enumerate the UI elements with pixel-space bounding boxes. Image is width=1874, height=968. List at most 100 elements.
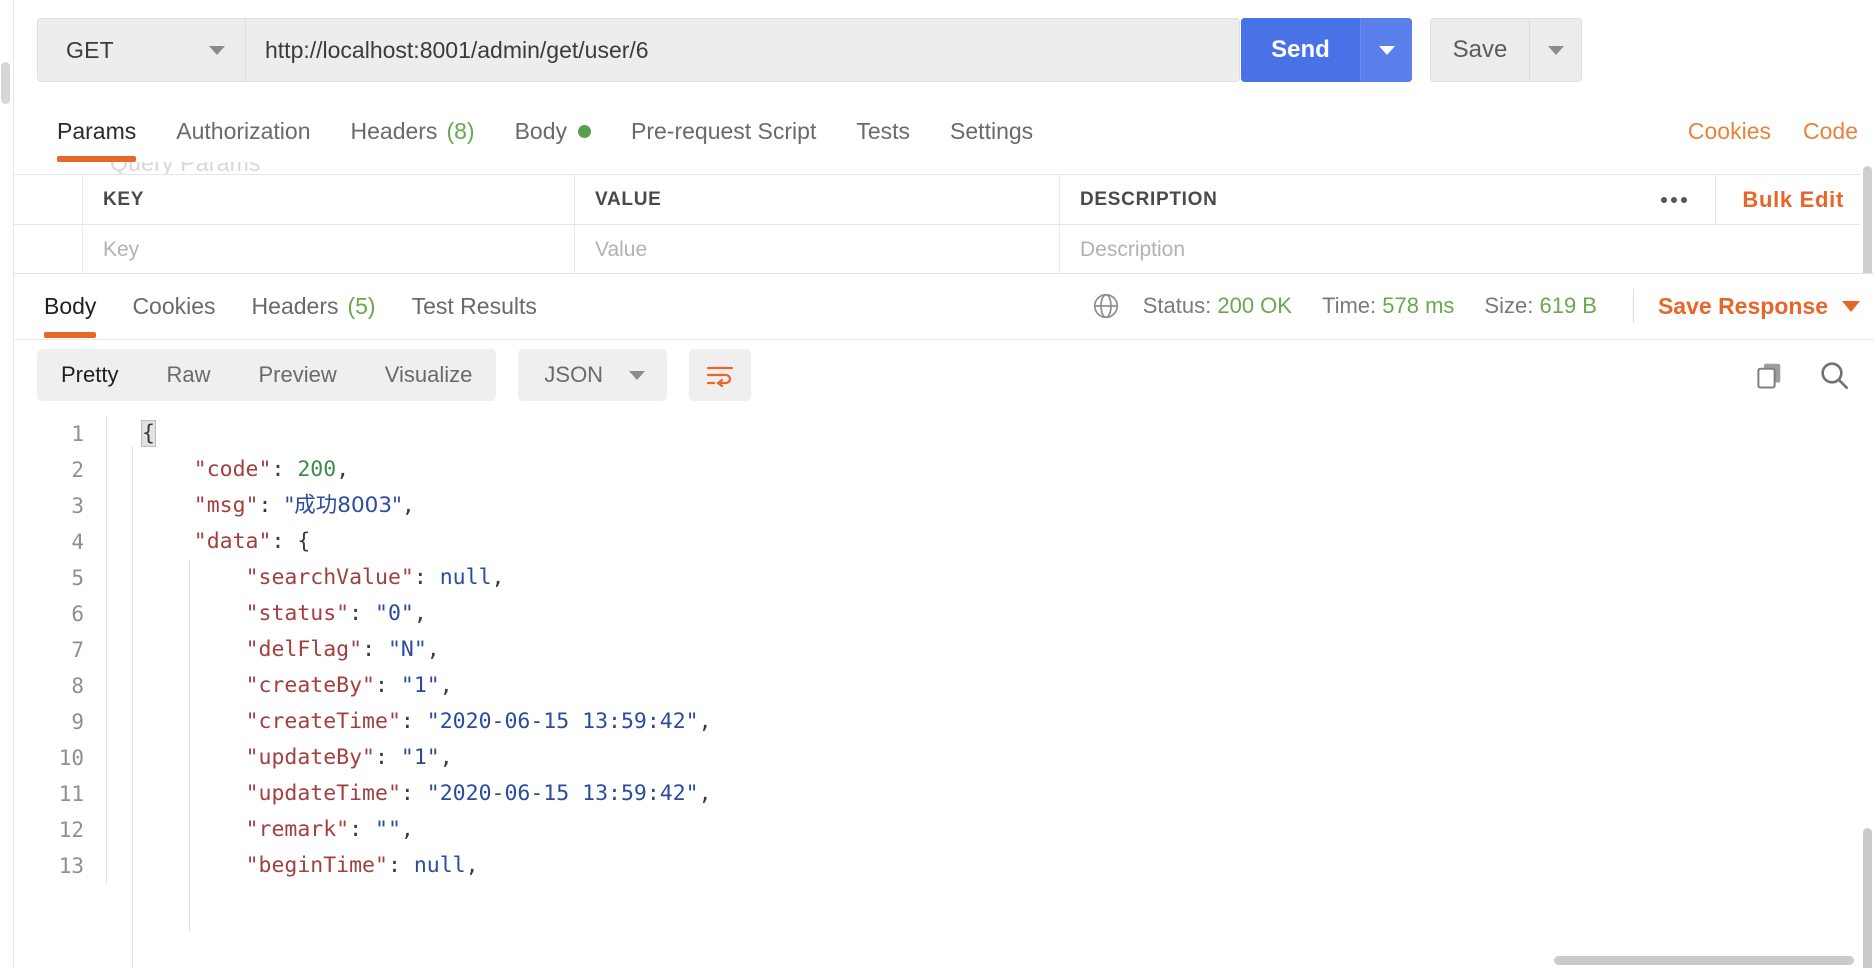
header-key: KEY (83, 175, 575, 224)
code-text: "createBy": "1", (245, 673, 453, 698)
json-code-block: 1{2 "code": 200, 3 "msg": "成功8003", 4 "dat… (14, 410, 1874, 968)
tab-pre-request-script-label: Pre-request Script (631, 117, 817, 144)
fold-column[interactable] (106, 668, 132, 704)
response-tab-test-results[interactable]: Test Results (394, 274, 555, 338)
save-response-label: Save Response (1657, 292, 1828, 319)
time-label: Time: (1321, 293, 1377, 318)
time-text: Time: 578 ms (1322, 293, 1454, 319)
param-description-input[interactable]: Description (1060, 225, 1874, 274)
tab-authorization[interactable]: Authorization (156, 100, 330, 162)
search-icon[interactable] (1818, 359, 1850, 391)
fold-column[interactable] (106, 560, 132, 596)
response-tab-cookies[interactable]: Cookies (114, 274, 233, 338)
send-button-group: Send (1241, 18, 1412, 82)
chevron-down-icon (209, 45, 225, 55)
code-text: { (141, 420, 156, 447)
request-url-row: GET http://localhost:8001/admin/get/user… (14, 0, 1874, 100)
code-line: 5 "searchValue": null, (14, 560, 1874, 596)
row-checkbox-cell[interactable] (14, 225, 83, 274)
line-number: 3 (71, 494, 84, 518)
tab-params[interactable]: Params (37, 100, 156, 162)
copy-icon[interactable] (1754, 360, 1784, 390)
fold-column[interactable] (106, 488, 132, 524)
save-button-group: Save (1430, 18, 1582, 82)
http-method-dropdown[interactable]: GET (38, 19, 246, 81)
fold-column[interactable] (106, 812, 132, 848)
code-line: 2 "code": 200, (14, 452, 1874, 488)
fold-column[interactable] (106, 596, 132, 632)
tab-authorization-label: Authorization (176, 117, 311, 144)
tab-body[interactable]: Body (495, 100, 611, 162)
code-guide-line (132, 446, 133, 968)
tab-body-label: Body (514, 117, 567, 144)
view-mode-visualize[interactable]: Visualize (361, 349, 497, 401)
wrap-text-button[interactable] (689, 349, 752, 401)
view-mode-raw[interactable]: Raw (142, 349, 234, 401)
param-key-input[interactable]: Key (83, 225, 575, 274)
response-format-dropdown[interactable]: JSON (518, 349, 668, 401)
globe-icon (1093, 293, 1118, 319)
request-tabs-right-links: Cookies Code (1672, 100, 1874, 162)
query-params-table: KEY VALUE DESCRIPTION Bulk Edit Key Valu… (14, 174, 1874, 275)
fold-column[interactable] (106, 452, 132, 488)
response-body-viewer[interactable]: 1{2 "code": 200, 3 "msg": "成功8003", 4 "dat… (14, 410, 1874, 968)
status-label: Status: (1142, 293, 1212, 318)
fold-column[interactable] (106, 416, 132, 452)
view-mode-pretty[interactable]: Pretty (37, 349, 142, 401)
line-number: 2 (71, 458, 84, 482)
save-response-button[interactable]: Save Response (1658, 293, 1874, 320)
fold-column[interactable] (106, 524, 132, 560)
request-tabs: Params Authorization Headers (8) Body Pr… (14, 100, 1874, 162)
meta-divider (1632, 289, 1634, 323)
params-scrollbar-thumb[interactable] (1863, 166, 1872, 284)
wrap-text-icon (706, 366, 734, 387)
http-method-label: GET (66, 36, 114, 63)
code-line: 9 "createTime": "2020-06-15 13:59:42", (14, 704, 1874, 740)
tab-settings[interactable]: Settings (930, 100, 1053, 162)
save-button[interactable]: Save (1431, 19, 1529, 81)
body-present-dot-icon (578, 124, 591, 138)
size-label: Size: (1484, 293, 1534, 318)
table-header-row: KEY VALUE DESCRIPTION Bulk Edit (14, 175, 1874, 225)
line-number: 12 (58, 818, 84, 842)
param-value-input[interactable]: Value (575, 225, 1060, 274)
code-line: 11 "updateTime": "2020-06-15 13:59:42", (14, 776, 1874, 812)
tab-headers-count: (8) (446, 117, 475, 144)
response-view-toolbar: Pretty Raw Preview Visualize JSON (14, 340, 1874, 410)
code-text: "updateTime": "2020-06-15 13:59:42", (245, 781, 712, 806)
header-value: VALUE (575, 175, 1060, 224)
more-options-icon[interactable] (1633, 175, 1717, 224)
tab-tests-label: Tests (856, 117, 911, 144)
fold-column[interactable] (106, 848, 132, 884)
fold-column[interactable] (106, 776, 132, 812)
url-input[interactable]: http://localhost:8001/admin/get/user/6 (246, 19, 1239, 81)
send-button[interactable]: Send (1241, 18, 1360, 82)
code-hscrollbar-thumb[interactable] (1554, 956, 1854, 965)
view-mode-preview[interactable]: Preview (234, 349, 360, 401)
status-text: Status: 200 OK (1143, 293, 1292, 319)
line-number: 1 (71, 422, 84, 446)
code-text: "searchValue": null, (245, 565, 505, 590)
tab-headers[interactable]: Headers (8) (331, 100, 495, 162)
chevron-down-icon (1378, 45, 1395, 55)
fold-column[interactable] (106, 740, 132, 776)
tab-pre-request-script[interactable]: Pre-request Script (611, 100, 836, 162)
code-link[interactable]: Code (1787, 118, 1874, 145)
send-options-button[interactable] (1360, 18, 1412, 82)
sidebar-resize-handle[interactable] (1, 62, 10, 104)
fold-column[interactable] (106, 632, 132, 668)
chevron-down-icon (1547, 45, 1564, 55)
code-line: 1{ (14, 416, 1874, 452)
response-tab-headers-count: (5) (347, 292, 376, 319)
response-tabs: Body Cookies Headers (5) Test Results St… (14, 274, 1874, 340)
fold-column[interactable] (106, 704, 132, 740)
cookies-link[interactable]: Cookies (1672, 118, 1787, 145)
response-tab-headers[interactable]: Headers (5) (234, 274, 394, 338)
url-group: GET http://localhost:8001/admin/get/user… (37, 18, 1240, 82)
tab-tests[interactable]: Tests (836, 100, 930, 162)
save-options-button[interactable] (1529, 19, 1581, 81)
response-tab-body[interactable]: Body (26, 274, 114, 338)
code-scrollbar-thumb[interactable] (1863, 828, 1872, 968)
tab-params-label: Params (57, 117, 137, 144)
bulk-edit-button[interactable]: Bulk Edit (1716, 187, 1874, 213)
